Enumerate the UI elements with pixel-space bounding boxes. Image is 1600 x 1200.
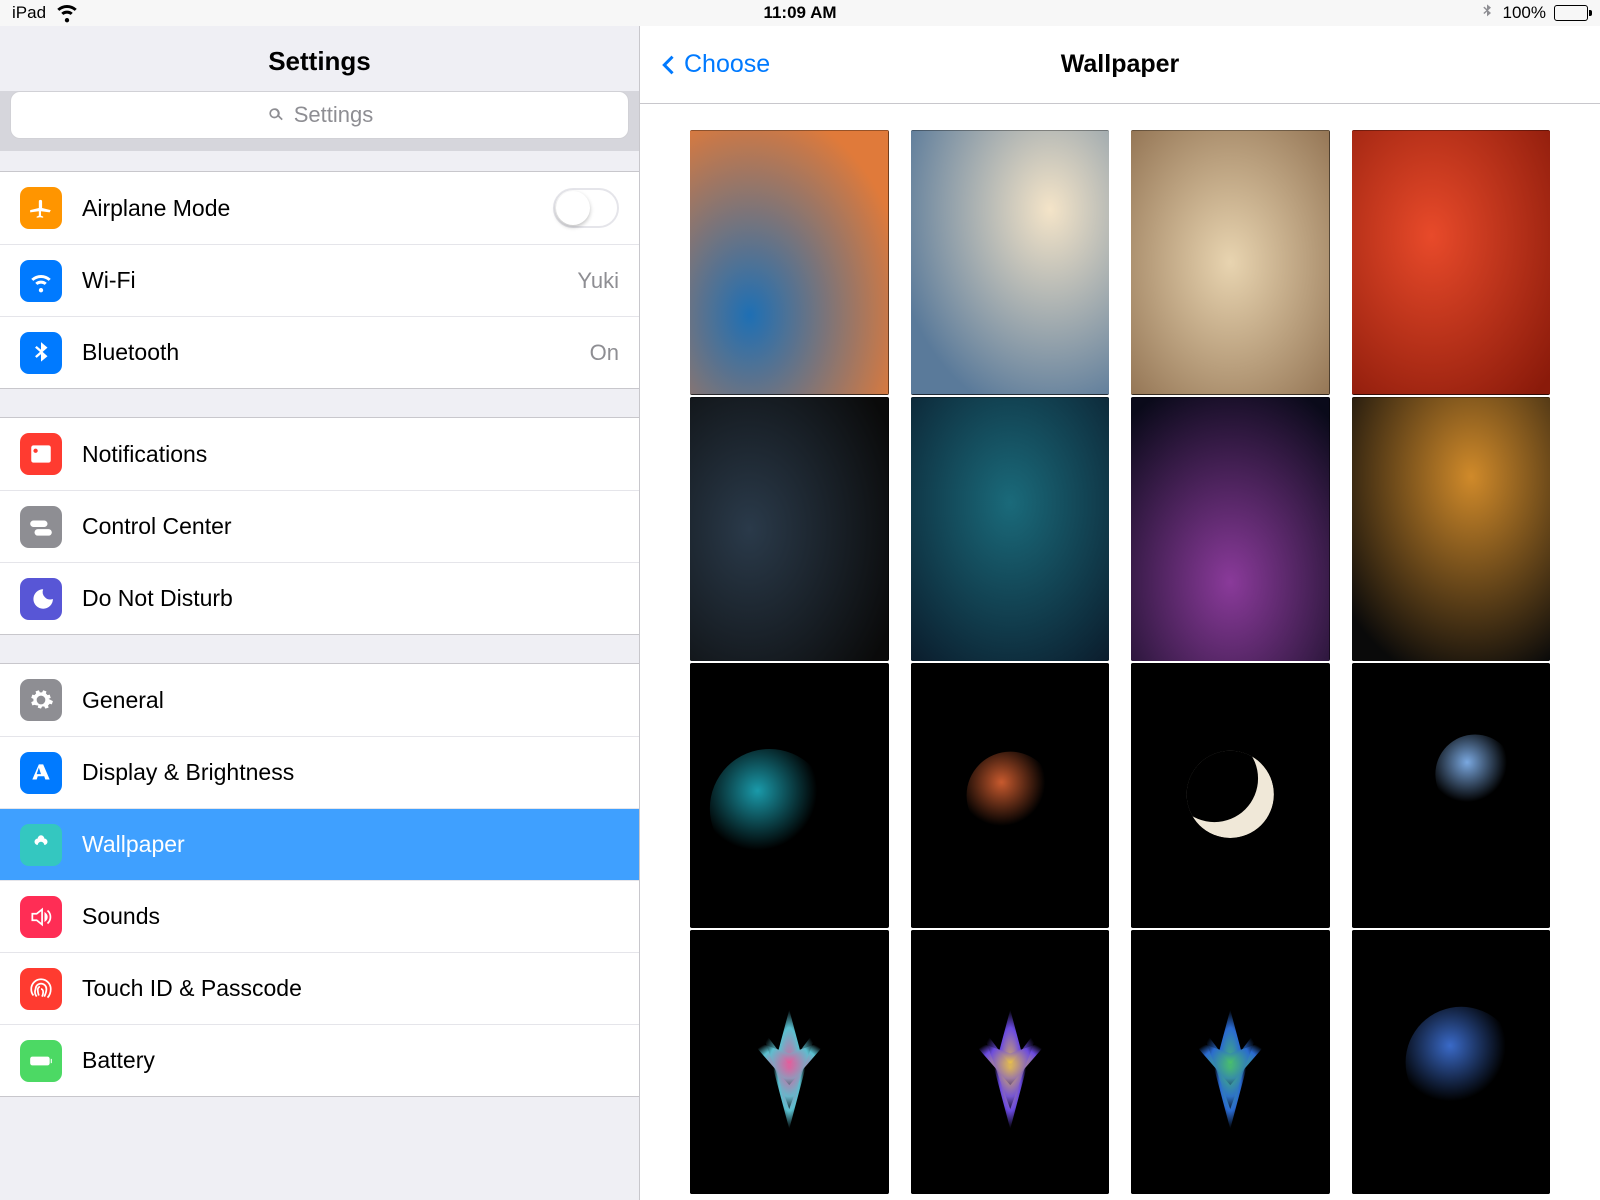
- gear-icon: [20, 679, 62, 721]
- detail-title: Wallpaper: [1061, 50, 1180, 79]
- wallpaper-red-feathers[interactable]: [1352, 130, 1551, 395]
- status-bar: iPad 11:09 AM 100%: [0, 0, 1600, 26]
- sidebar-item-label: Display & Brightness: [82, 759, 619, 786]
- moon-icon: [20, 578, 62, 620]
- settings-sidebar: Settings Settings Airplane Mode Wi-FiYuki…: [0, 26, 640, 1200]
- toggle-airplane[interactable]: [553, 188, 619, 228]
- sidebar-item-label: General: [82, 687, 619, 714]
- sidebar-item-battery[interactable]: Battery: [0, 1024, 639, 1096]
- sidebar-item-value: Yuki: [577, 268, 619, 294]
- wallpaper-ink-burst-green[interactable]: [1131, 930, 1330, 1195]
- sidebar-item-label: Control Center: [82, 513, 619, 540]
- wifi-icon: [20, 260, 62, 302]
- wallpaper-planet-mars[interactable]: [911, 663, 1110, 928]
- sidebar-item-notifications[interactable]: Notifications: [0, 418, 639, 490]
- chevron-left-icon: [654, 51, 682, 79]
- speaker-icon: [20, 896, 62, 938]
- battery-icon: [20, 1040, 62, 1082]
- wallpaper-grid: [640, 104, 1600, 1200]
- sidebar-title: Settings: [0, 26, 639, 91]
- textsize-icon: [20, 752, 62, 794]
- sidebar-item-airplane[interactable]: Airplane Mode: [0, 172, 639, 244]
- battery-icon: [1554, 5, 1588, 21]
- wallpaper-ink-burst-rainbow[interactable]: [911, 930, 1110, 1195]
- wallpaper-dandelion-blue[interactable]: [1352, 930, 1551, 1195]
- back-label: Choose: [684, 50, 770, 79]
- bluetooth-icon: [20, 332, 62, 374]
- sidebar-item-label: Airplane Mode: [82, 195, 553, 222]
- sidebar-item-label: Wi-Fi: [82, 267, 577, 294]
- wallpaper-desert-dunes[interactable]: [1131, 130, 1330, 395]
- sidebar-item-touchid[interactable]: Touch ID & Passcode: [0, 952, 639, 1024]
- sidebar-item-display[interactable]: Display & Brightness: [0, 736, 639, 808]
- sidebar-item-label: Wallpaper: [82, 831, 619, 858]
- flower-icon: [20, 824, 62, 866]
- sidebar-item-value: On: [590, 340, 619, 366]
- detail-header: Choose Wallpaper: [640, 26, 1600, 104]
- bluetooth-status-icon: [1479, 3, 1495, 24]
- sidebar-item-wifi[interactable]: Wi-FiYuki: [0, 244, 639, 316]
- search-icon: [266, 105, 286, 125]
- sidebar-item-bluetooth[interactable]: BluetoothOn: [0, 316, 639, 388]
- sidebar-item-dnd[interactable]: Do Not Disturb: [0, 562, 639, 634]
- airplane-icon: [20, 187, 62, 229]
- clock: 11:09 AM: [763, 3, 836, 23]
- wallpaper-dark-wing[interactable]: [690, 397, 889, 662]
- wallpaper-orange-flowers[interactable]: [1352, 397, 1551, 662]
- detail-pane: Choose Wallpaper: [640, 26, 1600, 1200]
- device-label: iPad: [12, 3, 46, 23]
- sidebar-item-label: Touch ID & Passcode: [82, 975, 619, 1002]
- wallpaper-ink-burst-pink[interactable]: [690, 930, 889, 1195]
- wallpaper-abstract-blue-orange[interactable]: [690, 130, 889, 395]
- wallpaper-teal-feathers[interactable]: [911, 397, 1110, 662]
- back-button[interactable]: Choose: [654, 50, 770, 79]
- battery-percent: 100%: [1503, 3, 1546, 23]
- fingerprint-icon: [20, 968, 62, 1010]
- wallpaper-jellyfish-teal[interactable]: [690, 663, 889, 928]
- wifi-status-icon: [54, 0, 80, 29]
- search-input[interactable]: Settings: [10, 91, 629, 139]
- wallpaper-abstract-cream-wave[interactable]: [911, 130, 1110, 395]
- sidebar-item-general[interactable]: General: [0, 664, 639, 736]
- sidebar-item-label: Do Not Disturb: [82, 585, 619, 612]
- sidebar-item-controlcenter[interactable]: Control Center: [0, 490, 639, 562]
- sidebar-item-label: Bluetooth: [82, 339, 590, 366]
- wallpaper-planet-neptune[interactable]: [1352, 663, 1551, 928]
- sidebar-item-label: Notifications: [82, 441, 619, 468]
- notifications-icon: [20, 433, 62, 475]
- sidebar-item-sounds[interactable]: Sounds: [0, 880, 639, 952]
- wallpaper-purple-flower[interactable]: [1131, 397, 1330, 662]
- sidebar-item-label: Battery: [82, 1047, 619, 1074]
- wallpaper-moon-crescent[interactable]: [1131, 663, 1330, 928]
- sidebar-item-wallpaper[interactable]: Wallpaper: [0, 808, 639, 880]
- search-placeholder: Settings: [294, 102, 374, 128]
- controlcenter-icon: [20, 506, 62, 548]
- sidebar-item-label: Sounds: [82, 903, 619, 930]
